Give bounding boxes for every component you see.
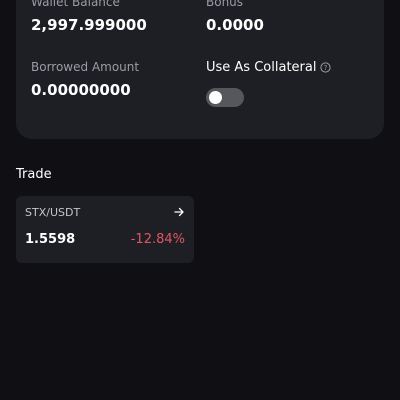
use-as-collateral-label: Use As Collateral ? — [206, 60, 332, 75]
trade-pair-card[interactable]: STX/USDT 1.5598 -12.84% — [16, 196, 194, 263]
screen: Wallet Balance 2,997.999000 Bonus 0.0000… — [0, 0, 400, 400]
trade-pair-price: 1.5598 — [25, 232, 76, 247]
wallet-balance-label: Wallet Balance — [31, 0, 120, 9]
arrow-right-icon[interactable] — [173, 206, 185, 218]
svg-text:?: ? — [324, 64, 328, 72]
info-circle-icon[interactable]: ? — [320, 62, 332, 73]
toggle-knob — [209, 91, 222, 104]
bonus-label: Bonus — [206, 0, 244, 9]
bonus-value: 0.0000 — [206, 16, 264, 34]
trade-section-title: Trade — [16, 167, 52, 182]
trade-pair-change: -12.84% — [130, 232, 185, 247]
trade-pair-name: STX/USDT — [25, 206, 81, 219]
borrowed-amount-value: 0.00000000 — [31, 81, 131, 99]
collateral-toggle[interactable] — [206, 88, 244, 107]
balance-card: Wallet Balance 2,997.999000 Bonus 0.0000… — [16, 0, 384, 139]
borrowed-amount-label: Borrowed Amount — [31, 60, 140, 74]
wallet-balance-value: 2,997.999000 — [31, 16, 147, 34]
collateral-label-text: Use As Collateral — [206, 60, 317, 75]
